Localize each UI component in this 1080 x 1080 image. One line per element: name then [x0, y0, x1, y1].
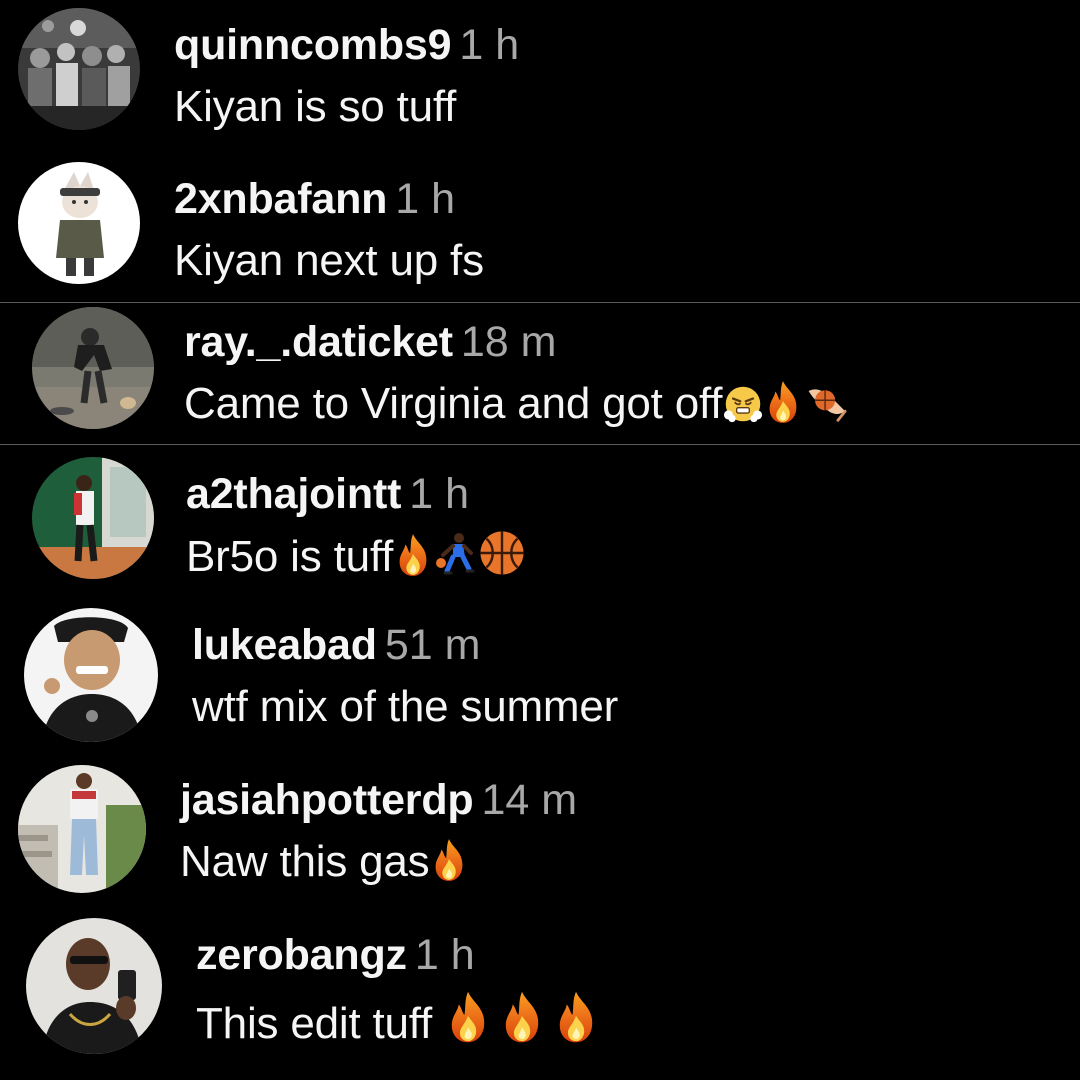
avatar[interactable] [32, 307, 154, 429]
avatar[interactable] [32, 457, 154, 579]
comment-text: Kiyan is so tuff [174, 82, 457, 131]
comment-username[interactable]: zerobangz [196, 931, 407, 979]
comment-username[interactable]: 2xnbafann [174, 175, 387, 223]
comment-item: quinncombs9 1 h Kiyan is so tuff [0, 0, 1080, 150]
basketball-emoji [478, 529, 526, 577]
comment-text: Came to Virginia and got off [184, 379, 723, 428]
avatar[interactable] [26, 918, 162, 1054]
comment-item: ray._.daticket 18 m Came to Virginia and … [0, 303, 1080, 443]
avatar[interactable] [24, 608, 158, 742]
fire-emoji [445, 990, 491, 1044]
comment-username[interactable]: jasiahpotterdp [180, 776, 474, 824]
avatar[interactable] [18, 8, 140, 130]
comment-timestamp: 1 h [414, 931, 475, 979]
comment-timestamp: 1 h [395, 175, 456, 223]
basketball-pass-emoji [803, 382, 849, 424]
comment-item: lukeabad 51 m wtf mix of the summer [0, 600, 1080, 755]
comment-item: zerobangz 1 h This edit tuff [0, 910, 1080, 1080]
comment-timestamp: 51 m [384, 621, 481, 669]
comment-username[interactable]: quinncombs9 [174, 21, 452, 69]
comment-item: a2thajointt 1 h Br5o is tuff [0, 445, 1080, 600]
comment-timestamp: 14 m [481, 776, 578, 824]
comment-item: 2xnbafann 1 h Kiyan next up fs [0, 150, 1080, 302]
fire-emoji [553, 990, 599, 1044]
avatar[interactable] [18, 162, 140, 284]
comment-timestamp: 1 h [409, 470, 469, 518]
comment-item: jasiahpotterdp 14 m Naw this gas [0, 755, 1080, 910]
comment-text: Br5o is tuff [186, 532, 394, 581]
comment-timestamp: 1 h [459, 21, 520, 69]
avatar[interactable] [18, 765, 146, 893]
comment-username[interactable]: ray._.daticket [184, 318, 453, 366]
comment-text: Naw this gas [180, 837, 430, 886]
comment-text: This edit tuff [196, 999, 445, 1048]
fire-emoji [764, 380, 802, 424]
comment-timestamp: 18 m [460, 318, 557, 366]
comment-username[interactable]: a2thajointt [186, 470, 401, 518]
fire-emoji [499, 990, 545, 1044]
basketball-player-emoji [433, 531, 477, 577]
fire-emoji [430, 838, 468, 882]
triumph-face-emoji [723, 384, 763, 424]
comment-text: Kiyan next up fs [174, 236, 484, 285]
fire-emoji [394, 533, 432, 577]
comment-username[interactable]: lukeabad [192, 621, 377, 669]
comment-text: wtf mix of the summer [192, 682, 619, 731]
